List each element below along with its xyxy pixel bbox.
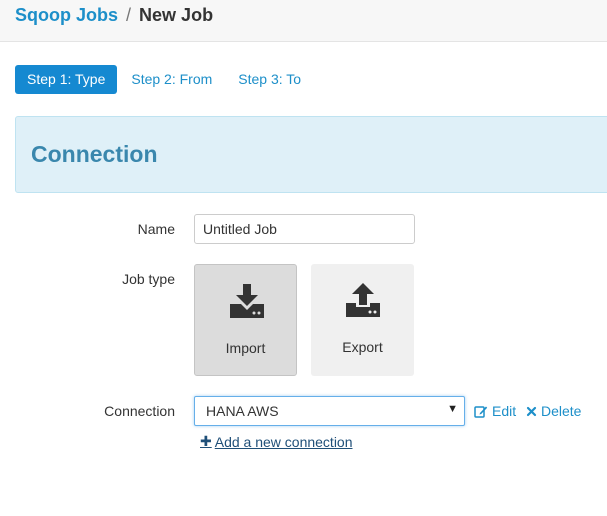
step-tabs: Step 1: Type Step 2: From Step 3: To [15, 65, 315, 94]
job-name-input[interactable] [194, 214, 415, 244]
import-icon [230, 284, 264, 318]
import-label: Import [225, 340, 266, 356]
close-icon [526, 406, 537, 416]
connection-label: Connection [104, 403, 175, 419]
page-header: Sqoop Jobs / New Job [0, 0, 607, 42]
import-job-type-button[interactable]: Import [194, 264, 297, 376]
tab-step-3-to[interactable]: Step 3: To [226, 65, 313, 94]
breadcrumb-current: New Job [139, 5, 214, 25]
edit-icon [474, 405, 488, 418]
add-new-connection-link[interactable]: ✚ Add a new connection [200, 433, 353, 450]
export-job-type-button[interactable]: Export [311, 264, 414, 376]
delete-label: Delete [541, 403, 582, 419]
tab-step-1-type[interactable]: Step 1: Type [15, 65, 118, 94]
export-label: Export [342, 339, 383, 355]
breadcrumb-sqoop-jobs-link[interactable]: Sqoop Jobs [15, 5, 118, 25]
job-type-label: Job type [122, 271, 175, 287]
connection-section-header: Connection [15, 116, 607, 193]
delete-connection-link[interactable]: Delete [526, 403, 581, 419]
name-label: Name [137, 221, 175, 237]
breadcrumb: Sqoop Jobs / New Job [15, 5, 213, 26]
edit-connection-link[interactable]: Edit [474, 403, 516, 419]
breadcrumb-separator: / [126, 5, 132, 25]
connection-select[interactable]: HANA AWS ▼ [194, 396, 465, 426]
connection-select-value: HANA AWS [206, 403, 279, 419]
edit-label: Edit [492, 403, 517, 419]
tab-step-2-from[interactable]: Step 2: From [119, 65, 224, 94]
chevron-down-icon: ▼ [447, 403, 458, 415]
export-icon [346, 283, 380, 317]
section-title: Connection [31, 141, 158, 167]
plus-icon: ✚ [200, 433, 212, 449]
add-connection-label: Add a new connection [214, 433, 353, 450]
